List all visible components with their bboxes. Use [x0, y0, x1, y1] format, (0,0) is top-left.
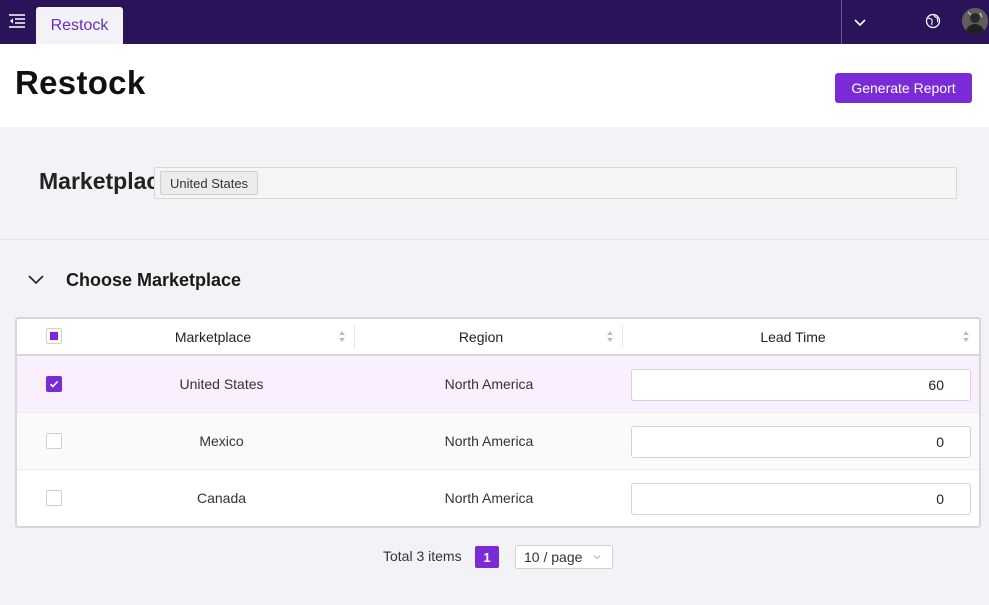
cell-region: North America	[444, 433, 534, 449]
column-header-lead-time[interactable]: Lead Time	[623, 319, 963, 354]
select-all-checkbox[interactable]	[46, 328, 62, 344]
chevron-down-icon[interactable]	[851, 13, 869, 31]
marketplace-table: Marketplace Region Lead Time United Stat…	[15, 317, 981, 528]
sort-icon[interactable]	[606, 330, 614, 343]
column-header-region[interactable]: Region	[355, 319, 607, 354]
page-size-select[interactable]: 10 / page	[515, 545, 613, 569]
pagination-total: Total 3 items	[383, 548, 462, 564]
cell-region: North America	[444, 376, 534, 392]
table-header: Marketplace Region Lead Time	[17, 319, 979, 356]
chevron-down-icon	[593, 555, 601, 560]
column-header-label: Marketplace	[174, 328, 252, 345]
topbar-divider	[841, 0, 842, 44]
cell-marketplace: United States	[179, 376, 264, 392]
table-row[interactable]: United States North America	[17, 356, 979, 413]
selected-tag-united-states[interactable]: United States	[160, 171, 259, 195]
menu-icon[interactable]	[8, 12, 26, 30]
page-title: Restock	[15, 64, 146, 101]
page-size-label: 10 / page	[524, 549, 583, 565]
cell-region: North America	[444, 490, 534, 506]
section-title: Choose Marketplace	[66, 270, 242, 290]
sort-icon[interactable]	[338, 330, 346, 343]
column-header-marketplace[interactable]: Marketplace	[94, 319, 332, 354]
page-header: Restock Generate Report	[0, 44, 989, 127]
collapse-chevron-icon[interactable]	[27, 272, 45, 288]
row-checkbox[interactable]	[46, 433, 62, 449]
lead-time-input[interactable]	[631, 369, 971, 401]
section-divider	[0, 239, 989, 240]
avatar[interactable]	[962, 8, 988, 34]
generate-report-button[interactable]: Generate Report	[835, 73, 972, 103]
tab-restock[interactable]: Restock	[36, 7, 123, 44]
top-bar: Restock	[0, 0, 989, 44]
marketplace-filter-label: Marketplace	[39, 168, 159, 194]
table-row[interactable]: Canada North America	[17, 470, 979, 526]
pagination-page-1[interactable]: 1	[475, 546, 499, 568]
cell-marketplace: Mexico	[199, 433, 244, 449]
column-header-label: Region	[458, 328, 504, 345]
marketplace-select[interactable]: United States	[154, 167, 957, 199]
sort-icon[interactable]	[962, 330, 970, 343]
lead-time-input[interactable]	[631, 426, 971, 458]
row-checkbox[interactable]	[46, 376, 62, 392]
column-header-label: Lead Time	[760, 328, 826, 345]
lead-time-input[interactable]	[631, 483, 971, 515]
cell-marketplace: Canada	[196, 490, 247, 506]
globe-icon[interactable]	[924, 12, 942, 30]
table-row[interactable]: Mexico North America	[17, 413, 979, 470]
row-checkbox[interactable]	[46, 490, 62, 506]
